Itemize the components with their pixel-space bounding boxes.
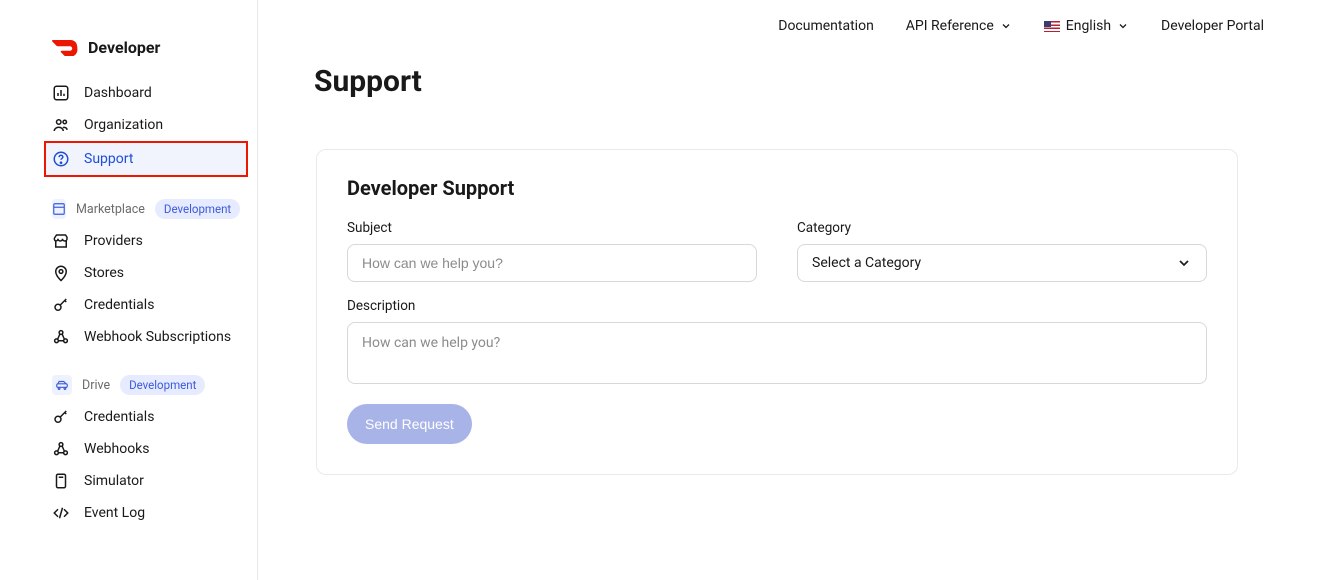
nav-developer-portal[interactable]: Developer Portal [1161,18,1264,34]
doordash-logo-icon [52,40,78,56]
sidebar-item-providers[interactable]: Providers [0,225,257,257]
description-input[interactable] [347,322,1207,384]
nav-language-select[interactable]: English [1044,18,1129,34]
chevron-down-icon [1117,20,1129,32]
key-icon [52,408,70,426]
nav-documentation[interactable]: Documentation [778,18,874,34]
environment-pill: Development [120,375,205,395]
subject-input[interactable] [347,244,757,282]
sidebar-item-stores[interactable]: Stores [0,257,257,289]
send-request-button[interactable]: Send Request [347,404,472,444]
sidebar-item-organization[interactable]: Organization [0,109,257,141]
active-item-highlight: Support [44,141,248,177]
description-field-group: Description [347,298,1207,384]
simulator-icon [52,472,70,490]
category-field-group: Category Select a Category [797,220,1207,282]
sidebar-item-event-log[interactable]: Event Log [0,497,257,529]
brand-text: Developer [88,38,160,57]
us-flag-icon [1044,21,1060,32]
page-title: Support [258,34,1320,119]
sidebar-item-credentials-marketplace[interactable]: Credentials [0,289,257,321]
sidebar-item-label: Providers [84,233,143,249]
sidebar-item-webhook-subscriptions[interactable]: Webhook Subscriptions [0,321,257,353]
dashboard-icon [52,84,70,102]
drive-icon [52,375,72,395]
stores-icon [52,264,70,282]
key-icon [52,296,70,314]
marketplace-icon [52,199,66,219]
top-nav: Documentation API Reference English Deve… [258,0,1320,34]
sidebar-item-label: Stores [84,265,124,281]
sidebar-section-marketplace: Marketplace Development [0,177,257,225]
sidebar-item-credentials-drive[interactable]: Credentials [0,401,257,433]
sidebar-item-label: Credentials [84,297,154,313]
code-icon [52,504,70,522]
sidebar-item-label: Event Log [84,505,145,521]
webhook-icon [52,328,70,346]
category-label: Category [797,220,1207,236]
sidebar: Developer Dashboard Organization Support… [0,0,258,580]
category-select[interactable]: Select a Category [797,244,1207,282]
sidebar-item-label: Credentials [84,409,154,425]
sidebar-item-label: Simulator [84,473,144,489]
sidebar-item-simulator[interactable]: Simulator [0,465,257,497]
category-placeholder: Select a Category [812,255,921,271]
sidebar-item-label: Webhooks [84,441,150,457]
sidebar-item-support[interactable]: Support [46,143,246,175]
chevron-down-icon [1000,20,1012,32]
sidebar-item-label: Support [84,151,133,167]
brand: Developer [0,38,257,77]
environment-pill: Development [155,199,240,219]
section-title: Drive [82,378,110,393]
chevron-down-icon [1176,255,1192,271]
nav-api-reference[interactable]: API Reference [906,18,1012,34]
subject-field-group: Subject [347,220,757,282]
subject-label: Subject [347,220,757,236]
section-title: Marketplace [76,202,145,217]
sidebar-item-webhooks[interactable]: Webhooks [0,433,257,465]
main-content: Documentation API Reference English Deve… [258,0,1320,580]
sidebar-section-drive: Drive Development [0,353,257,401]
webhook-icon [52,440,70,458]
support-icon [52,150,70,168]
sidebar-item-label: Organization [84,117,163,133]
sidebar-item-label: Webhook Subscriptions [84,329,231,345]
organization-icon [52,116,70,134]
form-title: Developer Support [347,176,1207,200]
description-label: Description [347,298,1207,314]
sidebar-item-label: Dashboard [84,85,152,101]
support-form-card: Developer Support Subject Category Selec… [316,149,1238,475]
sidebar-item-dashboard[interactable]: Dashboard [0,77,257,109]
providers-icon [52,232,70,250]
